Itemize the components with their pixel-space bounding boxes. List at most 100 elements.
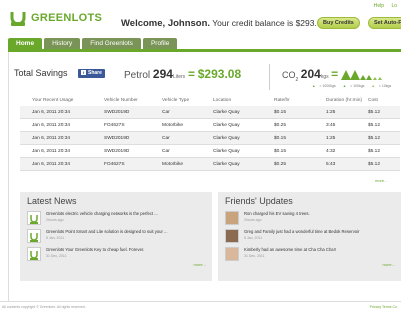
table-row[interactable]: Jan 6, 2011 20:34 SWD2019D Car Clarke Qu… [20, 106, 400, 119]
tab-find-greenlots[interactable]: Find Greenlots [82, 38, 141, 49]
cell-cost: $5.12 [368, 162, 381, 167]
cell-cost: $5.12 [368, 136, 381, 141]
table-row[interactable]: Jan 6, 2011 20:34 SWD2019D Car Clarke Qu… [20, 145, 400, 158]
welcome-message: Welcome, Johnson. Your credit balance is… [121, 18, 326, 29]
divider [269, 64, 270, 90]
petrol-money: $293.08 [197, 67, 242, 81]
usage-more-link[interactable]: more... [375, 178, 387, 183]
table-header: Your Recent Usage Vehicle Number Vehicle… [20, 96, 400, 106]
friend-update-item[interactable]: Greg and Family just had a wonderful tim… [225, 228, 401, 244]
header: GREENLOTS Help Lo Welcome, Johnson. Your… [0, 0, 401, 34]
avatar[interactable] [225, 211, 239, 225]
medium-tree-icon [365, 74, 372, 80]
cell-cost: $5.12 [368, 110, 381, 115]
cell-date: Jan 6, 2011 20:34 [32, 136, 71, 141]
cell-vehicle-type: Car [162, 136, 170, 141]
co2-savings: CO2 204kgs = [282, 67, 385, 83]
tab-history[interactable]: History [44, 38, 81, 49]
cell-vehicle-number: SWD2019D [104, 136, 130, 141]
news-item[interactable]: Greenlots Point Smart and Lite solution … [27, 228, 207, 244]
table-row[interactable]: Jan 6, 2011 20:34 FO4627S Motorbike Clar… [20, 158, 400, 171]
cell-cost: $5.12 [368, 149, 381, 154]
cell-location: Clarke Quay [213, 110, 240, 115]
cell-vehicle-number: FO4627S [104, 162, 125, 167]
cell-location: Clarke Quay [213, 162, 240, 167]
news-more-link[interactable]: more... [194, 262, 206, 267]
news-date: 5 Jan, 2011 [46, 236, 65, 240]
petrol-unit: Liters [172, 74, 186, 80]
buy-credits-button[interactable]: Buy Credits [317, 17, 360, 29]
logout-link[interactable]: Lo [391, 3, 397, 9]
friend-update-date: 2hours ago [244, 218, 262, 222]
news-text: Greenlots Your Greenlots Key to cheap fu… [46, 247, 145, 252]
cell-rate: $0.25 [274, 162, 287, 167]
cell-duration: 1:25 [326, 136, 336, 141]
facebook-share-button[interactable]: f Share [78, 69, 105, 78]
petrol-value: 294 [152, 67, 173, 81]
cell-vehicle-type: Motorbike [162, 123, 184, 128]
tab-home[interactable]: Home [8, 38, 43, 49]
news-item[interactable]: Greenlots Your Greenlots Key to cheap fu… [27, 246, 207, 262]
news-text: Greenlots electric vehicle charging netw… [46, 211, 158, 216]
latest-news-title: Latest News [27, 196, 77, 206]
logo[interactable]: GREENLOTS [8, 8, 102, 28]
credit-balance-text: Your credit balance is $293.08 [210, 18, 327, 28]
avatar[interactable] [225, 229, 239, 243]
share-label: Share [88, 70, 102, 76]
cell-date: Jan 6, 2011 20:34 [32, 162, 71, 167]
cell-duration: 3:45 [326, 123, 336, 128]
cell-location: Clarke Quay [213, 149, 240, 154]
friend-update-text: Greg and Family just had a wonderful tim… [244, 229, 360, 234]
usage-table: Your Recent Usage Vehicle Number Vehicle… [20, 96, 400, 171]
cell-location: Clarke Quay [213, 123, 240, 128]
news-date: 2hours ago [46, 218, 64, 222]
cell-vehicle-number: FO4627S [104, 123, 125, 128]
cell-date: Jan 6, 2011 20:34 [32, 149, 71, 154]
friends-more-link[interactable]: more... [383, 262, 395, 267]
news-text: Greenlots Point Smart and Lite solution … [46, 229, 168, 234]
friend-update-item[interactable]: Kimberly had an awesome time at Cha Cha … [225, 246, 401, 262]
auto-fill-button[interactable]: Set Auto-Fill [368, 17, 401, 29]
cell-rate: $0.25 [274, 123, 287, 128]
friend-update-date: 31 Dec, 2011 [244, 254, 265, 258]
col-header-usage: Your Recent Usage [32, 98, 74, 103]
large-tree-icon [349, 69, 360, 80]
total-savings: Total Savings f Share Petrol 294Liters = … [14, 64, 401, 94]
cell-vehicle-type: Car [162, 110, 170, 115]
footer-links[interactable]: Privacy Terms Co [370, 305, 397, 309]
medium-tree-icon [359, 74, 366, 80]
friend-update-text: Ron charged his EV saving 4 trees. [244, 211, 310, 216]
table-row[interactable]: Jan 6, 2011 20:34 FO4627S Motorbike Clar… [20, 119, 400, 132]
cell-date: Jan 6, 2011 20:34 [32, 123, 71, 128]
tab-profile[interactable]: Profile [142, 38, 178, 49]
news-item[interactable]: Greenlots electric vehicle charging netw… [27, 210, 207, 226]
cell-date: Jan 6, 2011 20:34 [32, 110, 71, 115]
cell-vehicle-number: SWD2019D [104, 149, 130, 154]
table-row[interactable]: Jan 6, 2011 20:34 SWD2019D Car Clarke Qu… [20, 132, 400, 145]
welcome-name: Welcome, Johnson. [121, 18, 211, 29]
facebook-icon: f [81, 70, 86, 76]
petrol-savings: Petrol 294Liters = $293.08 [124, 67, 241, 81]
avatar[interactable] [225, 247, 239, 261]
col-header-cost: Cost [368, 98, 378, 103]
friend-update-date: 5 Jan, 2011 [244, 236, 263, 240]
co2-unit: kgs [320, 74, 329, 80]
cell-rate: $0.15 [274, 136, 287, 141]
col-header-vehicle-type: Vehicle Type [162, 98, 190, 103]
equals-sign: = [187, 67, 195, 81]
tree-icons [340, 69, 382, 80]
plug-logo-icon [10, 12, 26, 26]
cell-cost: $5.12 [368, 123, 381, 128]
nav-tabs: Home History Find Greenlots Profile [8, 38, 179, 49]
friend-update-item[interactable]: Ron charged his EV saving 4 trees. 2hour… [225, 210, 401, 226]
latest-news-panel: Latest News Greenlots electric vehicle c… [20, 192, 212, 281]
help-link[interactable]: Help [374, 3, 384, 9]
logo-text: GREENLOTS [31, 12, 103, 24]
friend-update-text: Kimberly had an awesome time at Cha Cha … [244, 247, 336, 252]
petrol-label: Petrol [124, 70, 151, 81]
friends-updates-title: Friends' Updates [225, 196, 293, 206]
footer-divider [0, 301, 401, 302]
co2-subscript: 2 [295, 76, 299, 83]
plug-icon [27, 229, 41, 243]
cell-rate: $0.15 [274, 149, 287, 154]
